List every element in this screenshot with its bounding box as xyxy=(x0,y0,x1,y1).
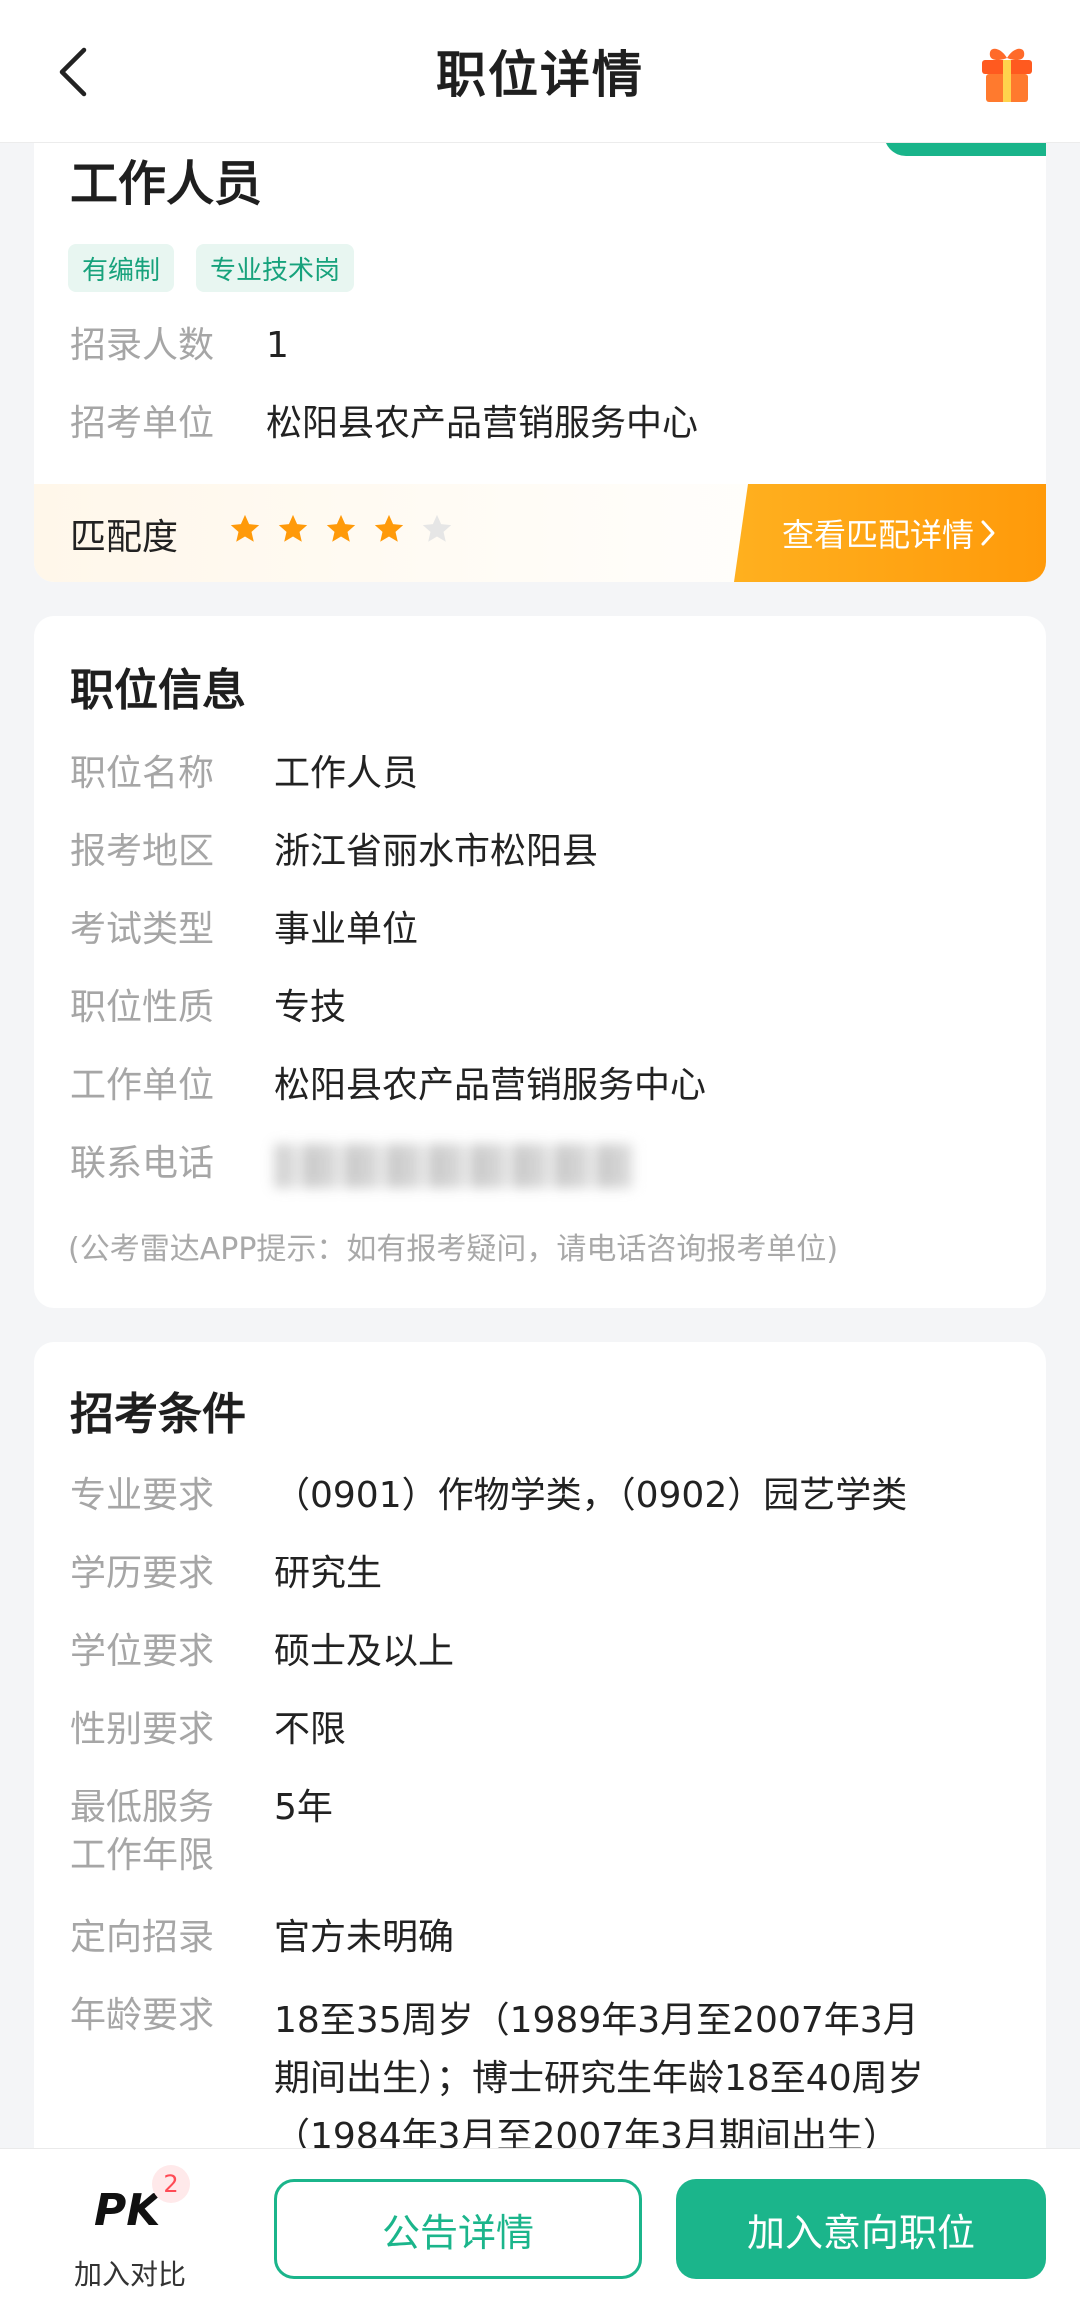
chevron-left-icon xyxy=(59,47,87,97)
pk-icon: PK xyxy=(94,2185,161,2236)
row-label: 最低服务 工作年限 xyxy=(70,1784,274,1880)
job-summary-card: 工作人员 有编制 专业技术岗 招录人数 1 招考单位 松阳县农产品营销服务中心 … xyxy=(34,120,1046,582)
row-label: 定向招录 xyxy=(70,1917,215,1958)
match-label: 匹配度 xyxy=(70,517,179,558)
row-value: 事业单位 xyxy=(274,909,419,950)
match-strip: 匹配度 查看匹配详情 xyxy=(34,484,1046,582)
row-value: 工作人员 xyxy=(274,753,419,794)
row-value: 松阳县农产品营销服务中心 xyxy=(274,1065,707,1106)
chevron-right-icon xyxy=(981,520,995,546)
row-label: 联系电话 xyxy=(70,1143,215,1184)
row-value: 硕士及以上 xyxy=(274,1631,455,1672)
info-row-phone: 联系电话 xyxy=(70,1140,634,1188)
row-label: 招考单位 xyxy=(70,403,215,444)
row-value: 松阳县农产品营销服务中心 xyxy=(266,403,699,444)
row-label: 学历要求 xyxy=(70,1553,215,1594)
job-title: 工作人员 xyxy=(70,156,263,212)
section-title: 招考条件 xyxy=(70,1389,246,1440)
section-title: 职位信息 xyxy=(70,665,246,716)
row-value-line: 18至35周岁（1989年3月至2007年3月 xyxy=(274,2000,919,2041)
row-value: 浙江省丽水市松阳县 xyxy=(274,831,599,872)
star-filled-icon xyxy=(278,514,308,542)
star-empty-icon xyxy=(422,514,452,542)
tag-chip: 有编制 xyxy=(68,244,175,292)
job-tags: 有编制 专业技术岗 xyxy=(68,244,355,292)
row-label: 性别要求 xyxy=(70,1709,215,1750)
row-value: 专技 xyxy=(274,987,347,1028)
info-row-region: 报考地区 浙江省丽水市松阳县 xyxy=(70,828,598,876)
row-label: 报考地区 xyxy=(70,831,215,872)
gift-icon xyxy=(982,48,1032,102)
cond-row-directed: 定向招录 官方未明确 xyxy=(70,1914,454,1962)
gift-button[interactable] xyxy=(972,38,1042,108)
row-label: 职位性质 xyxy=(70,987,215,1028)
row-label: 工作单位 xyxy=(70,1065,215,1106)
row-label: 年龄要求 xyxy=(70,1995,215,2036)
row-label: 专业要求 xyxy=(70,1475,215,1516)
star-filled-icon xyxy=(374,514,404,542)
row-value: （0901）作物学类，（0902）园艺学类 xyxy=(274,1475,908,1516)
cond-row-age: 年龄要求 18至35周岁（1989年3月至2007年3月 期间出生）；博士研究生… xyxy=(70,1992,924,2166)
cond-row-degree: 学位要求 硕士及以上 xyxy=(70,1628,454,1676)
row-label: 职位名称 xyxy=(70,753,215,794)
info-row-name: 职位名称 工作人员 xyxy=(70,750,418,798)
row-value: 18至35周岁（1989年3月至2007年3月 期间出生）；博士研究生年龄18至… xyxy=(274,1992,924,2166)
cond-row-education: 学历要求 研究生 xyxy=(70,1550,382,1598)
row-label: 考试类型 xyxy=(70,909,215,950)
bottom-action-bar: PK 2 加入对比 公告详情 加入意向职位 xyxy=(0,2148,1080,2310)
top-nav-bar: 职位详情 xyxy=(0,0,1080,143)
page-title: 职位详情 xyxy=(436,46,644,104)
row-value: 不限 xyxy=(274,1709,347,1750)
row-value: 官方未明确 xyxy=(274,1917,455,1958)
row-value: 1 xyxy=(266,325,289,366)
add-to-compare-button[interactable]: PK 2 加入对比 xyxy=(64,2165,194,2305)
add-intended-position-button[interactable]: 加入意向职位 xyxy=(676,2179,1046,2279)
row-label-line: 工作年限 xyxy=(70,1835,215,1876)
star-filled-icon xyxy=(326,514,356,542)
info-row-exam-type: 考试类型 事业单位 xyxy=(70,906,418,954)
row-label: 招录人数 xyxy=(70,325,215,366)
page: 职位详情 工作人员 有编制 专业技术岗 招录人数 1 招考单位 松阳县农产品营销… xyxy=(0,0,1080,2310)
phone-number-blurred[interactable] xyxy=(274,1144,634,1188)
summary-row-headcount: 招录人数 1 xyxy=(70,322,289,370)
back-button[interactable] xyxy=(46,44,102,100)
info-row-work-unit: 工作单位 松阳县农产品营销服务中心 xyxy=(70,1062,706,1110)
cond-row-gender: 性别要求 不限 xyxy=(70,1706,346,1754)
row-value: 研究生 xyxy=(274,1553,383,1594)
position-info-card: 职位信息 职位名称 工作人员 报考地区 浙江省丽水市松阳县 考试类型 事业单位 … xyxy=(34,616,1046,1308)
row-value: 5年 xyxy=(274,1787,333,1828)
compare-label: 加入对比 xyxy=(74,2258,187,2291)
summary-row-unit: 招考单位 松阳县农产品营销服务中心 xyxy=(70,400,698,448)
match-rating xyxy=(228,512,454,546)
row-label: 学位要求 xyxy=(70,1631,215,1672)
inquiry-note: (公考雷达APP提示：如有报考疑问，请电话咨询报考单位) xyxy=(68,1232,839,1267)
row-label-line: 最低服务 xyxy=(70,1787,215,1828)
view-match-details-button[interactable]: 查看匹配详情 xyxy=(734,484,1046,582)
star-filled-icon xyxy=(230,514,260,542)
cond-row-min-service: 最低服务 工作年限 5年 xyxy=(70,1784,333,1880)
cond-row-major: 专业要求 （0901）作物学类，（0902）园艺学类 xyxy=(70,1472,907,1520)
notice-details-button[interactable]: 公告详情 xyxy=(274,2179,642,2279)
row-value-line: 期间出生）；博士研究生年龄18至40周岁 xyxy=(274,2058,924,2099)
compare-count-badge: 2 xyxy=(152,2165,190,2203)
match-button-label: 查看匹配详情 xyxy=(781,516,974,554)
tag-chip: 专业技术岗 xyxy=(196,244,355,292)
info-row-nature: 职位性质 专技 xyxy=(70,984,346,1032)
